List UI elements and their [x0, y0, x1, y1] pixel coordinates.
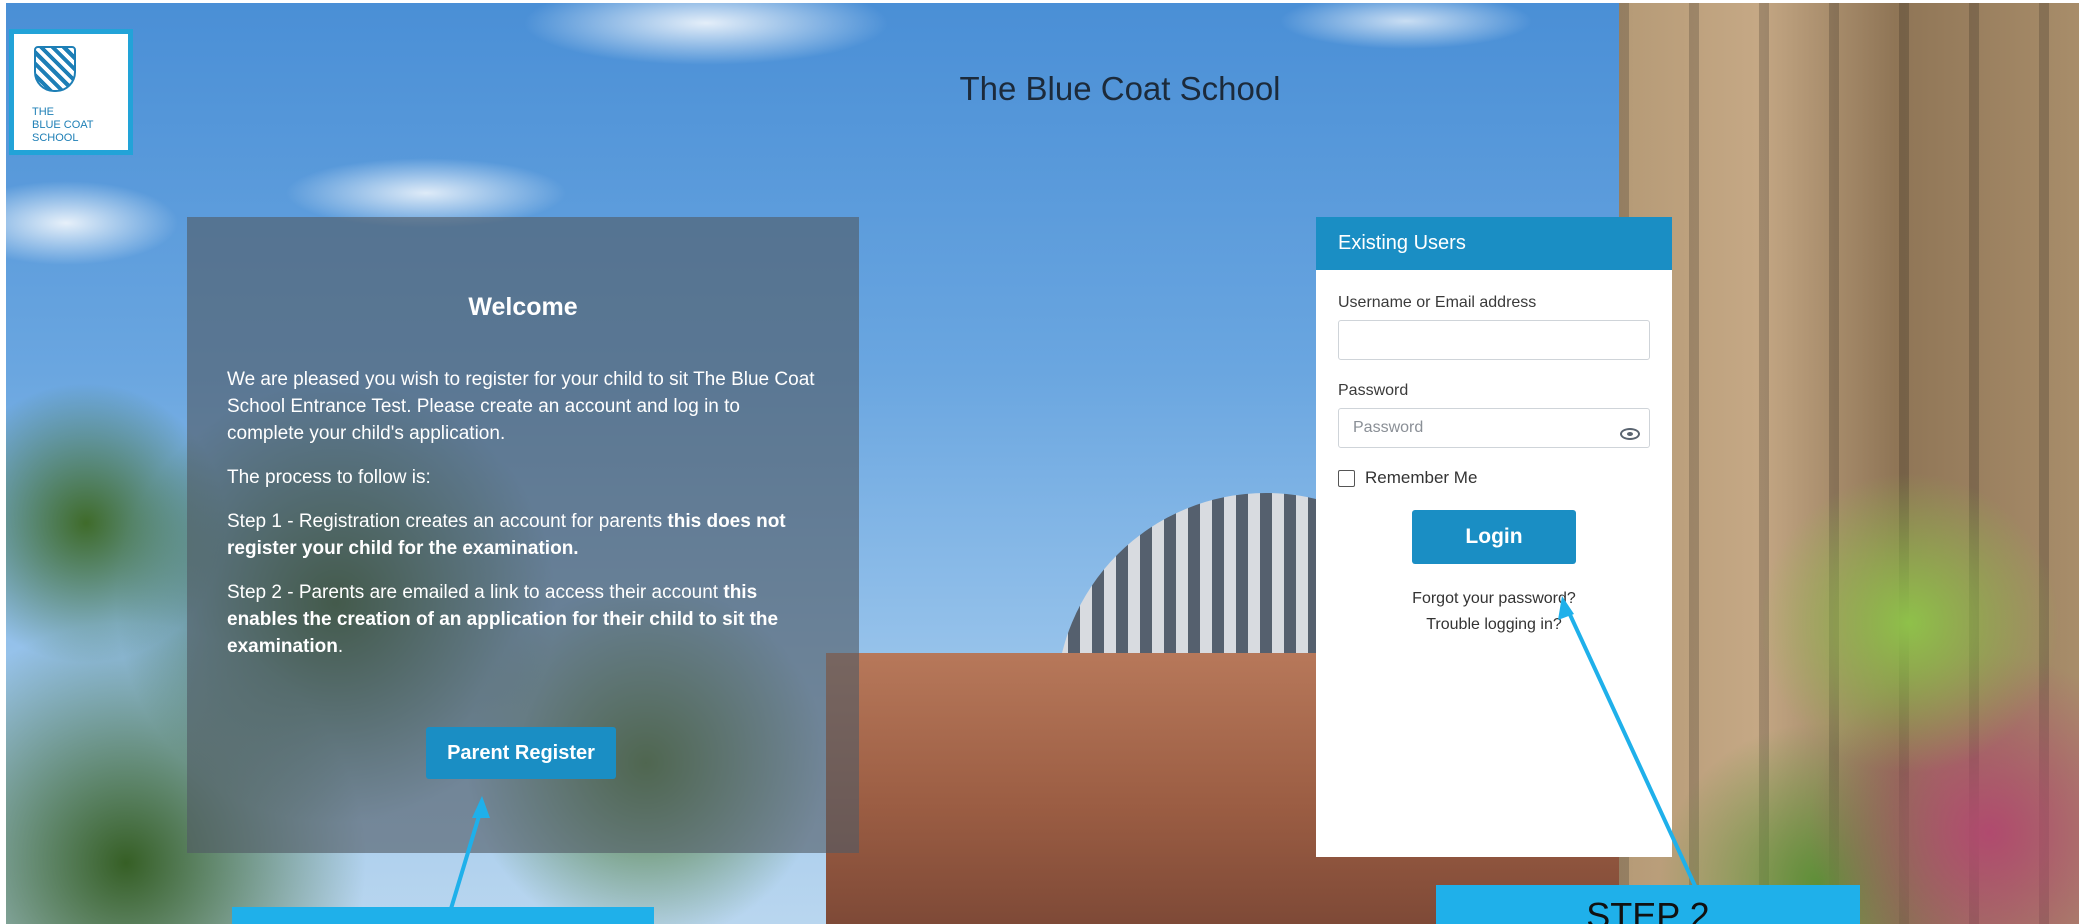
welcome-body: We are pleased you wish to register for …: [227, 366, 819, 660]
login-button[interactable]: Login: [1412, 510, 1576, 564]
step2-text: Step 2 - Parents are emailed a link to a…: [227, 582, 724, 603]
crest-icon: [34, 46, 76, 92]
step1-paragraph: Step 1 - Registration creates an account…: [227, 508, 819, 562]
site-title: The Blue Coat School: [959, 70, 1281, 107]
step2-end: .: [337, 636, 344, 657]
step1-text: Step 1 - Registration creates an account…: [227, 511, 668, 532]
step2-paragraph: Step 2 - Parents are emailed a link to a…: [227, 579, 819, 660]
username-input[interactable]: [1338, 320, 1650, 360]
password-input[interactable]: [1338, 408, 1650, 448]
welcome-intro: We are pleased you wish to register for …: [227, 369, 815, 444]
school-logo[interactable]: THE BLUE COAT SCHOOL: [9, 29, 133, 155]
logo-line-3: SCHOOL: [32, 132, 79, 144]
help-links: Forgot your password? Trouble logging in…: [1338, 586, 1650, 638]
step1-annotation: [232, 907, 654, 924]
eye-icon[interactable]: [1620, 428, 1640, 440]
username-label: Username or Email address: [1338, 294, 1537, 311]
step2-annotation: STEP 2: [1436, 885, 1860, 924]
foliage-right: [1659, 363, 2079, 924]
remember-me-checkbox[interactable]: [1338, 469, 1355, 487]
trouble-logging-in-link[interactable]: Trouble logging in?: [1338, 612, 1650, 638]
password-wrapper: [1338, 408, 1650, 448]
logo-line-2: BLUE COAT: [32, 119, 94, 131]
password-label: Password: [1338, 382, 1409, 399]
logo-line-1: THE: [32, 106, 54, 118]
remember-me-label: Remember Me: [1365, 468, 1478, 487]
remember-me-row[interactable]: Remember Me: [1338, 468, 1650, 488]
login-header: Existing Users: [1316, 217, 1672, 270]
welcome-panel: Welcome We are pleased you wish to regis…: [187, 217, 859, 853]
forgot-password-link[interactable]: Forgot your password?: [1338, 586, 1650, 612]
welcome-heading: Welcome: [468, 293, 578, 321]
logo-text: THE BLUE COAT SCHOOL: [32, 106, 94, 145]
parent-register-button[interactable]: Parent Register: [426, 727, 616, 779]
login-card: Existing Users Username or Email address…: [1316, 217, 1672, 857]
login-form: Username or Email address Password Remem…: [1316, 294, 1672, 638]
process-label: The process to follow is:: [227, 467, 431, 488]
